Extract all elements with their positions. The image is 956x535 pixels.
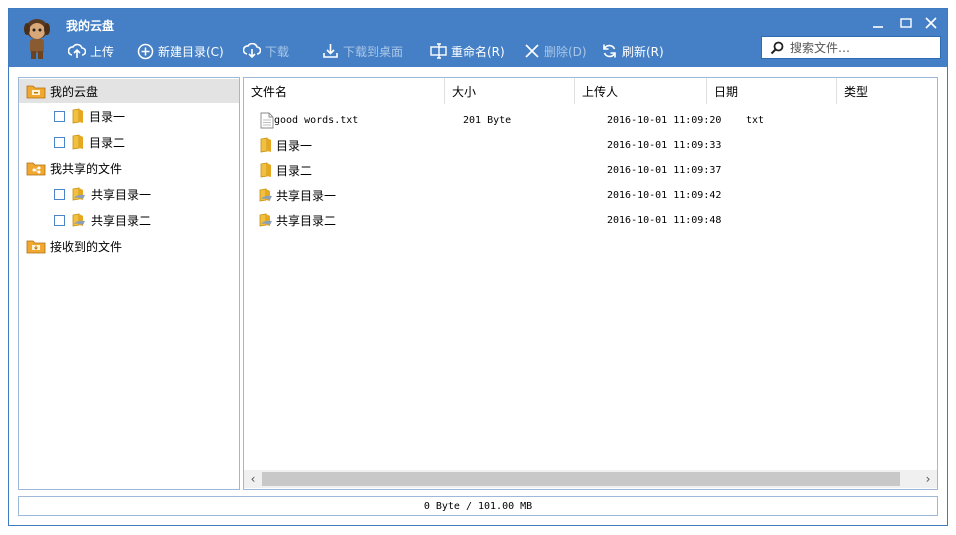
tree-label: 接收到的文件 bbox=[50, 239, 123, 254]
file-name-cell: 目录二 bbox=[260, 158, 312, 182]
table-row[interactable]: 共享目录二 2016-10-01 11:09:48 bbox=[244, 208, 937, 232]
title-toolbar-area: 我的云盘 上传 新建目录(C) 下载 下载到桌面 重命名(R) 删除(D) 刷新… bbox=[9, 9, 947, 67]
checkbox[interactable] bbox=[54, 214, 65, 226]
minimize-icon[interactable] bbox=[870, 15, 886, 31]
add-circle-icon bbox=[137, 43, 154, 59]
received-folder-icon bbox=[26, 240, 46, 254]
file-name-cell: 共享目录一 bbox=[258, 183, 336, 207]
tree-label: 我的云盘 bbox=[50, 84, 99, 99]
column-header-uploader[interactable]: 上传人 bbox=[575, 78, 707, 104]
search-input[interactable] bbox=[790, 40, 940, 55]
scrollbar-thumb[interactable] bbox=[262, 472, 900, 486]
checkbox[interactable] bbox=[54, 188, 65, 200]
column-header-size[interactable]: 大小 bbox=[445, 78, 575, 104]
shared-folder-icon bbox=[72, 213, 85, 227]
new-folder-label: 新建目录(C) bbox=[158, 44, 224, 59]
file-date: 2016-10-01 11:09:48 bbox=[607, 214, 722, 226]
download-button[interactable]: 下载 bbox=[243, 41, 289, 61]
checkbox[interactable] bbox=[54, 110, 65, 122]
file-name: 目录一 bbox=[276, 138, 313, 153]
tree-item-my-cloud[interactable]: 我的云盘 bbox=[19, 79, 239, 103]
horizontal-scrollbar[interactable]: ‹ › bbox=[244, 470, 937, 488]
rename-label: 重命名(R) bbox=[451, 44, 505, 59]
column-header-date[interactable]: 日期 bbox=[707, 78, 837, 104]
column-header-name[interactable]: 文件名 bbox=[244, 78, 445, 104]
cloud-download-icon bbox=[243, 43, 261, 59]
storage-status: 0 Byte / 101.00 MB bbox=[18, 496, 938, 516]
tree-label: 共享目录二 bbox=[91, 213, 152, 228]
tree-label: 目录二 bbox=[89, 135, 126, 150]
upload-button[interactable]: 上传 bbox=[68, 41, 114, 61]
shared-folder-icon bbox=[259, 188, 272, 202]
shared-folder-icon bbox=[72, 187, 85, 201]
tree-label: 共享目录一 bbox=[91, 187, 152, 202]
search-box bbox=[761, 36, 941, 59]
folder-icon bbox=[260, 162, 271, 178]
folder-tree: 我的云盘 目录一 目录二 我共享的文件 共享目录一 共享目录二 接收到的文件 bbox=[18, 77, 240, 490]
delete-label: 删除(D) bbox=[544, 44, 587, 59]
folder-icon bbox=[72, 108, 83, 124]
shared-folder-icon bbox=[26, 162, 46, 176]
cloud-folder-icon bbox=[26, 85, 46, 99]
maximize-icon[interactable] bbox=[898, 15, 914, 31]
folder-icon bbox=[72, 134, 83, 150]
file-date: 2016-10-01 11:09:20 bbox=[607, 114, 722, 126]
folder-icon bbox=[260, 137, 271, 153]
text-file-icon bbox=[260, 112, 274, 128]
rename-cursor-icon bbox=[430, 43, 447, 59]
file-name-cell: 目录一 bbox=[260, 133, 312, 157]
new-folder-button[interactable]: 新建目录(C) bbox=[137, 41, 224, 61]
file-date: 2016-10-01 11:09:42 bbox=[607, 189, 722, 201]
refresh-button[interactable]: 刷新(R) bbox=[601, 41, 664, 61]
refresh-icon bbox=[603, 44, 616, 58]
download-tray-icon bbox=[323, 44, 338, 58]
tree-label: 我共享的文件 bbox=[50, 161, 123, 176]
table-row[interactable]: good words.txt 201 Byte 2016-10-01 11:09… bbox=[244, 108, 937, 132]
search-icon bbox=[770, 41, 784, 54]
download-label: 下载 bbox=[265, 44, 290, 59]
file-list: 文件名 大小 上传人 日期 类型 good words.txt 201 Byte… bbox=[243, 77, 938, 490]
file-date: 2016-10-01 11:09:33 bbox=[607, 139, 722, 151]
refresh-label: 刷新(R) bbox=[622, 44, 664, 59]
scroll-right-icon[interactable]: › bbox=[919, 470, 937, 488]
tree-item-dir2[interactable]: 目录二 bbox=[19, 130, 239, 154]
tree-item-dir1[interactable]: 目录一 bbox=[19, 104, 239, 128]
download-to-desktop-label: 下载到桌面 bbox=[343, 44, 404, 59]
file-date: 2016-10-01 11:09:37 bbox=[607, 164, 722, 176]
file-size: 201 Byte bbox=[463, 114, 512, 126]
file-name: 共享目录二 bbox=[276, 213, 337, 228]
tree-label: 目录一 bbox=[89, 109, 126, 124]
upload-label: 上传 bbox=[90, 44, 115, 59]
file-name: good words.txt bbox=[274, 114, 359, 126]
file-name-cell: 共享目录二 bbox=[258, 208, 336, 232]
scroll-left-icon[interactable]: ‹ bbox=[244, 470, 262, 488]
close-x-icon bbox=[525, 44, 539, 58]
table-row[interactable]: 共享目录一 2016-10-01 11:09:42 bbox=[244, 183, 937, 207]
avatar bbox=[24, 19, 50, 59]
cloud-disk-window: 我的云盘 上传 新建目录(C) 下载 下载到桌面 重命名(R) 删除(D) 刷新… bbox=[8, 8, 948, 526]
rename-button[interactable]: 重命名(R) bbox=[430, 41, 505, 61]
storage-usage-text: 0 Byte / 101.00 MB bbox=[423, 500, 533, 512]
column-header-type[interactable]: 类型 bbox=[837, 78, 937, 104]
file-name: 共享目录一 bbox=[276, 188, 337, 203]
tree-item-shared-dir2[interactable]: 共享目录二 bbox=[19, 208, 239, 232]
table-row[interactable]: 目录一 2016-10-01 11:09:33 bbox=[244, 133, 937, 157]
close-icon[interactable] bbox=[923, 15, 939, 31]
tree-item-received[interactable]: 接收到的文件 bbox=[19, 234, 239, 258]
shared-folder-icon bbox=[259, 213, 272, 227]
download-to-desktop-button[interactable]: 下载到桌面 bbox=[322, 41, 403, 61]
cloud-upload-icon bbox=[68, 43, 86, 58]
file-name: 目录二 bbox=[276, 163, 313, 178]
tree-item-shared-dir1[interactable]: 共享目录一 bbox=[19, 182, 239, 206]
tree-item-my-shared[interactable]: 我共享的文件 bbox=[19, 156, 239, 180]
file-name-cell: good words.txt bbox=[260, 108, 358, 132]
table-row[interactable]: 目录二 2016-10-01 11:09:37 bbox=[244, 158, 937, 182]
app-title: 我的云盘 bbox=[66, 19, 115, 33]
delete-button[interactable]: 删除(D) bbox=[524, 41, 587, 61]
checkbox[interactable] bbox=[54, 136, 65, 148]
file-type: txt bbox=[746, 114, 765, 126]
